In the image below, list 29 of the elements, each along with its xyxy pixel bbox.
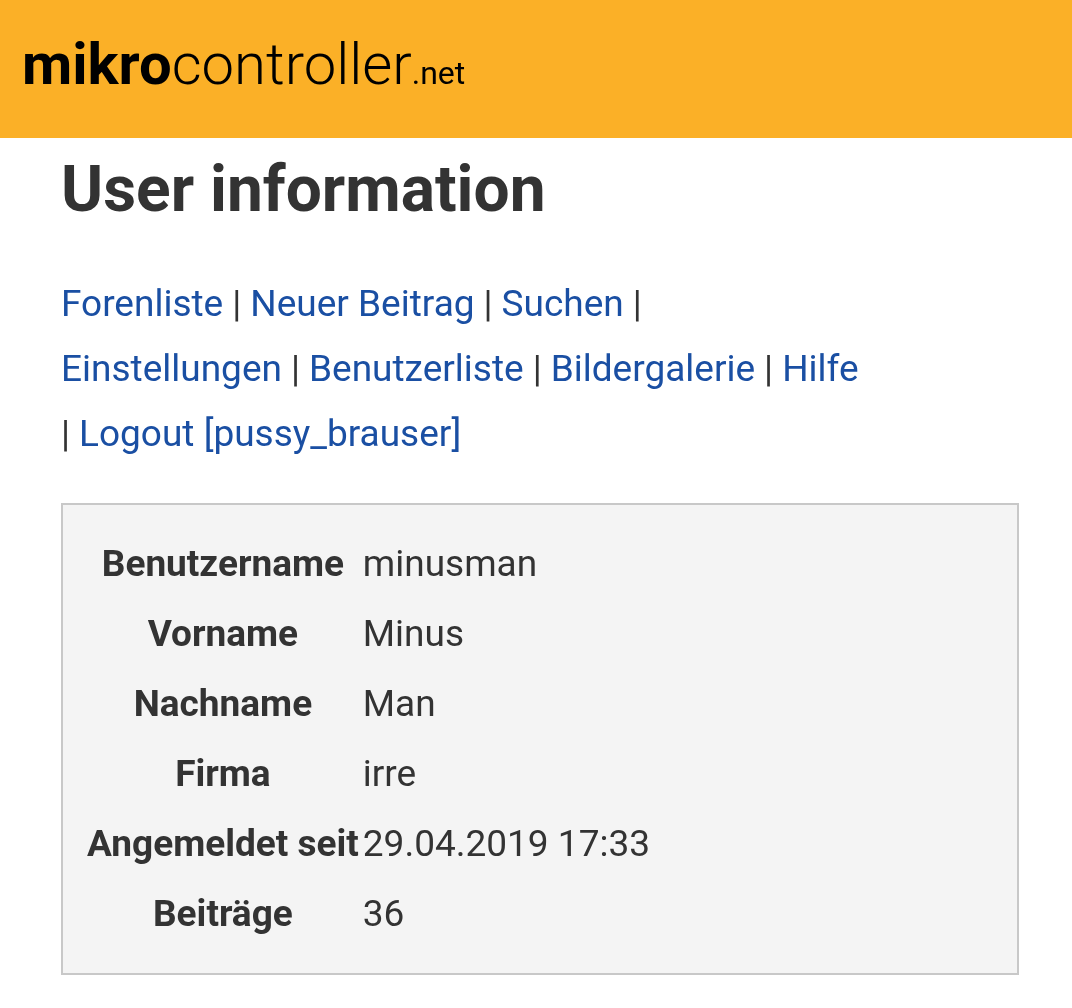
field-value: Man [361,681,437,728]
field-label: Angemeldet seit [87,821,359,868]
nav-separator: | [232,281,242,327]
nav-link[interactable]: Logout [pussy_brauser] [79,410,462,457]
nav-separator: | [532,346,542,392]
nav-separator: | [764,346,774,392]
nav-separator: | [61,411,71,457]
field-value: minusman [361,541,539,588]
nav-link[interactable]: Hilfe [782,345,859,392]
nav-link[interactable]: Suchen [501,280,624,327]
field-value: Minus [361,611,466,658]
field-label: Nachname [132,681,314,728]
nav-link[interactable]: Bildergalerie [550,345,756,392]
nav-link[interactable]: Benutzerliste [309,345,524,392]
field-value: 29.04.2019 17:33 [358,809,650,879]
nav-link[interactable]: Forenliste [61,280,224,327]
page-title: User information [61,158,547,222]
site-logo[interactable]: mikrocontroller.net [22,35,466,103]
field-value: irre [361,751,418,798]
field-label: Benutzername [100,541,345,588]
nav-separator: | [290,346,300,392]
nav-separator: | [483,281,493,327]
nav-link[interactable]: Neuer Beitrag [250,280,475,327]
nav-separator: | [632,281,642,327]
field-label: Vorname [146,611,300,658]
nav-link[interactable]: Einstellungen [61,345,282,392]
field-value: 36 [361,891,406,938]
field-label: Firma [174,751,272,798]
field-label: Beiträge [152,891,294,938]
